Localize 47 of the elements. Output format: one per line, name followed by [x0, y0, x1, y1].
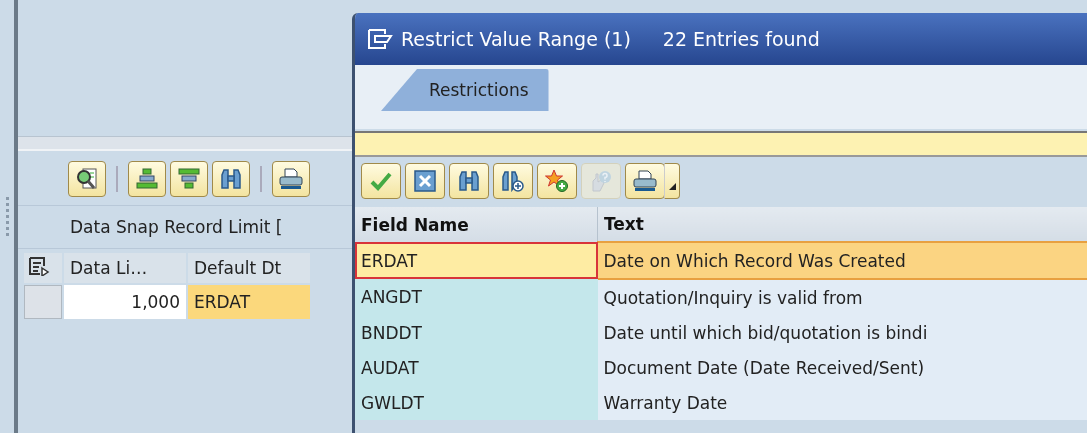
- filter-button[interactable]: [170, 161, 208, 197]
- star-plus-icon: [545, 169, 569, 193]
- sort-icon: [135, 167, 159, 191]
- window-icon: [367, 28, 393, 50]
- details-button[interactable]: [68, 161, 106, 197]
- filter-icon: [177, 167, 201, 191]
- table-cell[interactable]: BNDDT: [355, 315, 598, 350]
- print-button[interactable]: [625, 163, 665, 199]
- close-icon: [413, 169, 437, 193]
- dropdown-button[interactable]: [664, 163, 680, 199]
- dialog-title: Restrict Value Range (1): [401, 28, 631, 50]
- magnifier-icon: [75, 167, 99, 191]
- table-cell: ERDAT: [188, 285, 310, 319]
- binoculars-icon: [219, 167, 243, 191]
- table-cell[interactable]: AUDAT: [355, 350, 598, 385]
- printer-icon: [278, 167, 304, 191]
- table-cell[interactable]: Date on Which Record Was Created: [597, 242, 1087, 279]
- add-favorite-button[interactable]: [537, 163, 577, 199]
- column-settings-icon: [28, 256, 50, 276]
- column-header[interactable]: Field Name: [355, 207, 598, 242]
- column-settings-header[interactable]: [24, 253, 62, 283]
- binoculars-plus-icon: [501, 169, 525, 193]
- caret-icon: [668, 183, 676, 190]
- find-button[interactable]: [212, 161, 250, 197]
- table-cell[interactable]: Date until which bid/quotation is bindi: [597, 315, 1087, 350]
- column-header[interactable]: Data Li…: [64, 253, 186, 283]
- entry-count: 22 Entries found: [662, 28, 820, 50]
- table-cell: 1,000: [64, 285, 186, 319]
- column-header[interactable]: Default Dt: [188, 253, 310, 283]
- table-cell[interactable]: Quotation/Inquiry is valid from: [597, 279, 1087, 315]
- column-header[interactable]: Text: [597, 207, 1087, 242]
- confirm-button[interactable]: [361, 163, 401, 199]
- table-cell[interactable]: ERDAT: [355, 242, 598, 279]
- limit-label: Data Snap Record Limit [: [70, 217, 283, 237]
- printer-icon: [632, 169, 658, 193]
- find-button[interactable]: [449, 163, 489, 199]
- find-next-button[interactable]: [493, 163, 533, 199]
- table-cell[interactable]: Document Date (Date Received/Sent): [597, 350, 1087, 385]
- table-cell[interactable]: ANGDT: [355, 279, 598, 315]
- print-button[interactable]: [272, 161, 310, 197]
- cancel-button[interactable]: [405, 163, 445, 199]
- tab[interactable]: Restrictions: [381, 69, 549, 111]
- sort-button[interactable]: [128, 161, 166, 197]
- hand-question-icon: [589, 169, 613, 193]
- table-cell[interactable]: GWLDT: [355, 385, 598, 420]
- table-cell[interactable]: Warranty Date: [597, 385, 1087, 420]
- binoculars-icon: [457, 169, 481, 193]
